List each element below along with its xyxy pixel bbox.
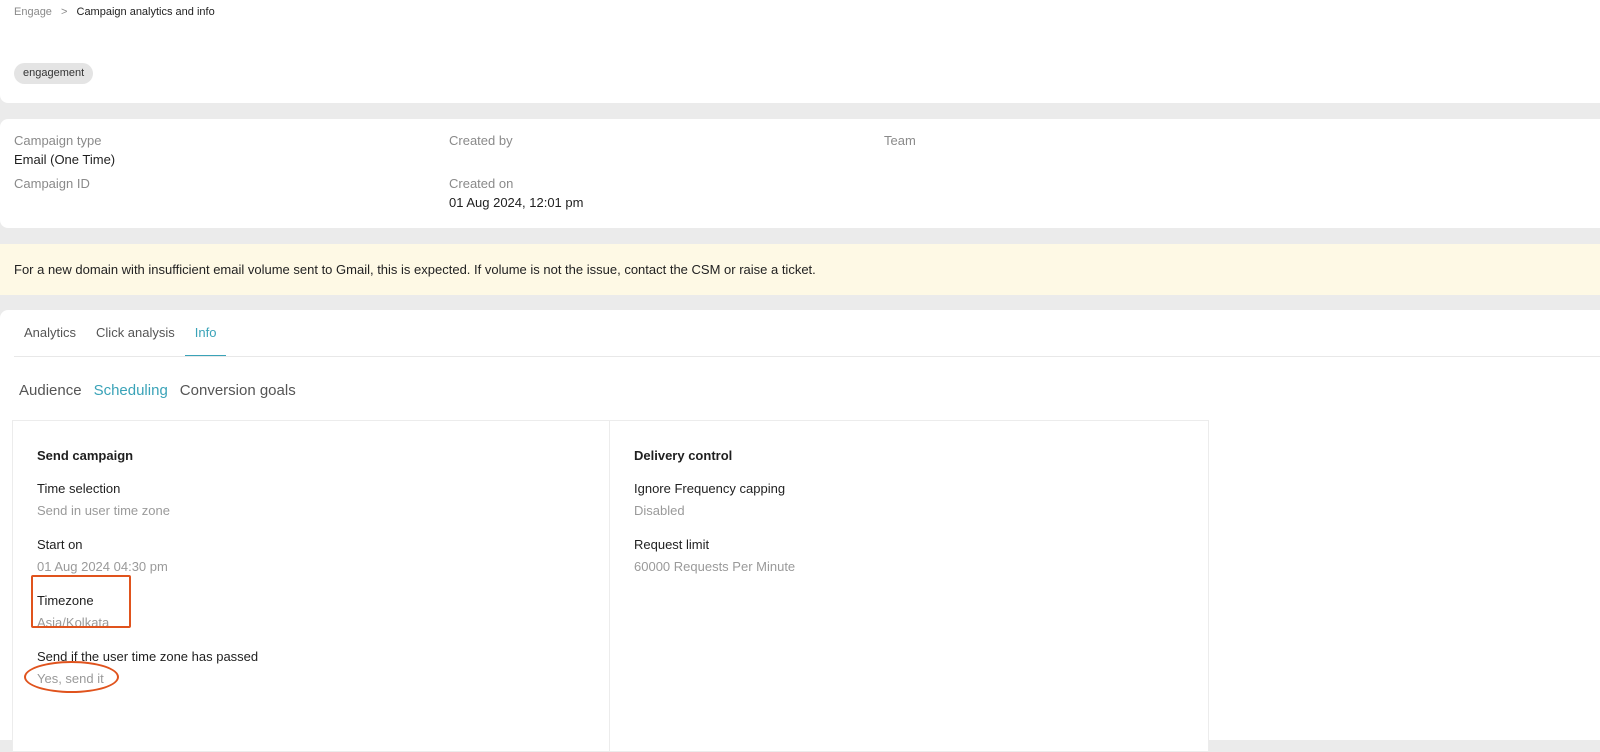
notice-banner: For a new domain with insufficient email…: [0, 244, 1600, 295]
campaign-type-field: Campaign type Email (One Time): [14, 133, 115, 167]
tab-click-analysis[interactable]: Click analysis: [86, 310, 185, 356]
breadcrumb: Engage > Campaign analytics and info: [14, 6, 215, 18]
send-if-passed-label: Send if the user time zone has passed: [37, 649, 259, 664]
created-on-field: Created on 01 Aug 2024, 12:01 pm: [449, 176, 583, 210]
time-selection-field: Time selection Send in user time zone: [37, 481, 170, 518]
send-if-passed-field: Send if the user time zone has passed Ye…: [37, 649, 258, 686]
ignore-frequency-capping-field: Ignore Frequency capping Disabled: [634, 481, 785, 518]
start-on-field: Start on 01 Aug 2024 04:30 pm: [37, 537, 168, 574]
tab-analytics[interactable]: Analytics: [14, 310, 86, 356]
send-campaign-title: Send campaign: [37, 448, 134, 463]
start-on-label: Start on: [37, 537, 83, 552]
request-limit-value: 60000 Requests Per Minute: [634, 559, 796, 574]
campaign-id-label: Campaign ID: [14, 176, 90, 191]
campaign-id-field: Campaign ID: [14, 176, 90, 195]
created-by-field: Created by: [449, 133, 513, 152]
timezone-value: Asia/Kolkata: [37, 615, 110, 630]
time-selection-value: Send in user time zone: [37, 503, 170, 518]
campaign-meta-card: Campaign type Email (One Time) Campaign …: [0, 119, 1600, 228]
campaign-type-value: Email (One Time): [14, 152, 116, 167]
start-on-value: 01 Aug 2024 04:30 pm: [37, 559, 168, 574]
delivery-control-panel: Delivery control Ignore Frequency cappin…: [609, 420, 1209, 752]
time-selection-label: Time selection: [37, 481, 121, 496]
created-on-value: 01 Aug 2024, 12:01 pm: [449, 195, 584, 210]
ignore-frequency-capping-value: Disabled: [634, 503, 685, 518]
tab-conversion-goals[interactable]: Conversion goals: [174, 376, 302, 420]
created-by-label: Created by: [449, 133, 513, 148]
breadcrumb-separator: >: [61, 6, 68, 18]
primary-tabs-divider: [14, 356, 1600, 357]
notice-text: For a new domain with insufficient email…: [14, 262, 816, 277]
request-limit-label: Request limit: [634, 537, 710, 552]
tab-audience[interactable]: Audience: [13, 376, 88, 420]
campaign-type-label: Campaign type: [14, 133, 102, 148]
tab-scheduling[interactable]: Scheduling: [87, 376, 175, 427]
tag-chip-engagement: engagement: [14, 63, 94, 84]
request-limit-field: Request limit 60000 Requests Per Minute: [634, 537, 795, 574]
main-card: Analytics Click analysis Info Audience S…: [0, 310, 1600, 752]
send-campaign-panel: Send campaign Time selection Send in use…: [12, 420, 610, 752]
timezone-label: Timezone: [37, 593, 94, 608]
breadcrumb-current: Campaign analytics and info: [76, 6, 215, 18]
created-on-label: Created on: [449, 176, 514, 191]
header-card: Engage > Campaign analytics and info eng…: [0, 0, 1600, 103]
primary-tabs: Analytics Click analysis Info: [14, 310, 227, 357]
timezone-field: Timezone Asia/Kolkata: [37, 593, 109, 630]
team-label: Team: [884, 133, 916, 148]
send-if-passed-value: Yes, send it: [37, 671, 104, 686]
delivery-control-title: Delivery control: [634, 448, 733, 463]
secondary-tabs: Audience Scheduling Conversion goals: [13, 376, 302, 427]
ignore-frequency-capping-label: Ignore Frequency capping: [634, 481, 786, 496]
team-field: Team: [884, 133, 916, 152]
tab-info[interactable]: Info: [184, 310, 227, 357]
breadcrumb-engage-link[interactable]: Engage: [14, 6, 52, 18]
